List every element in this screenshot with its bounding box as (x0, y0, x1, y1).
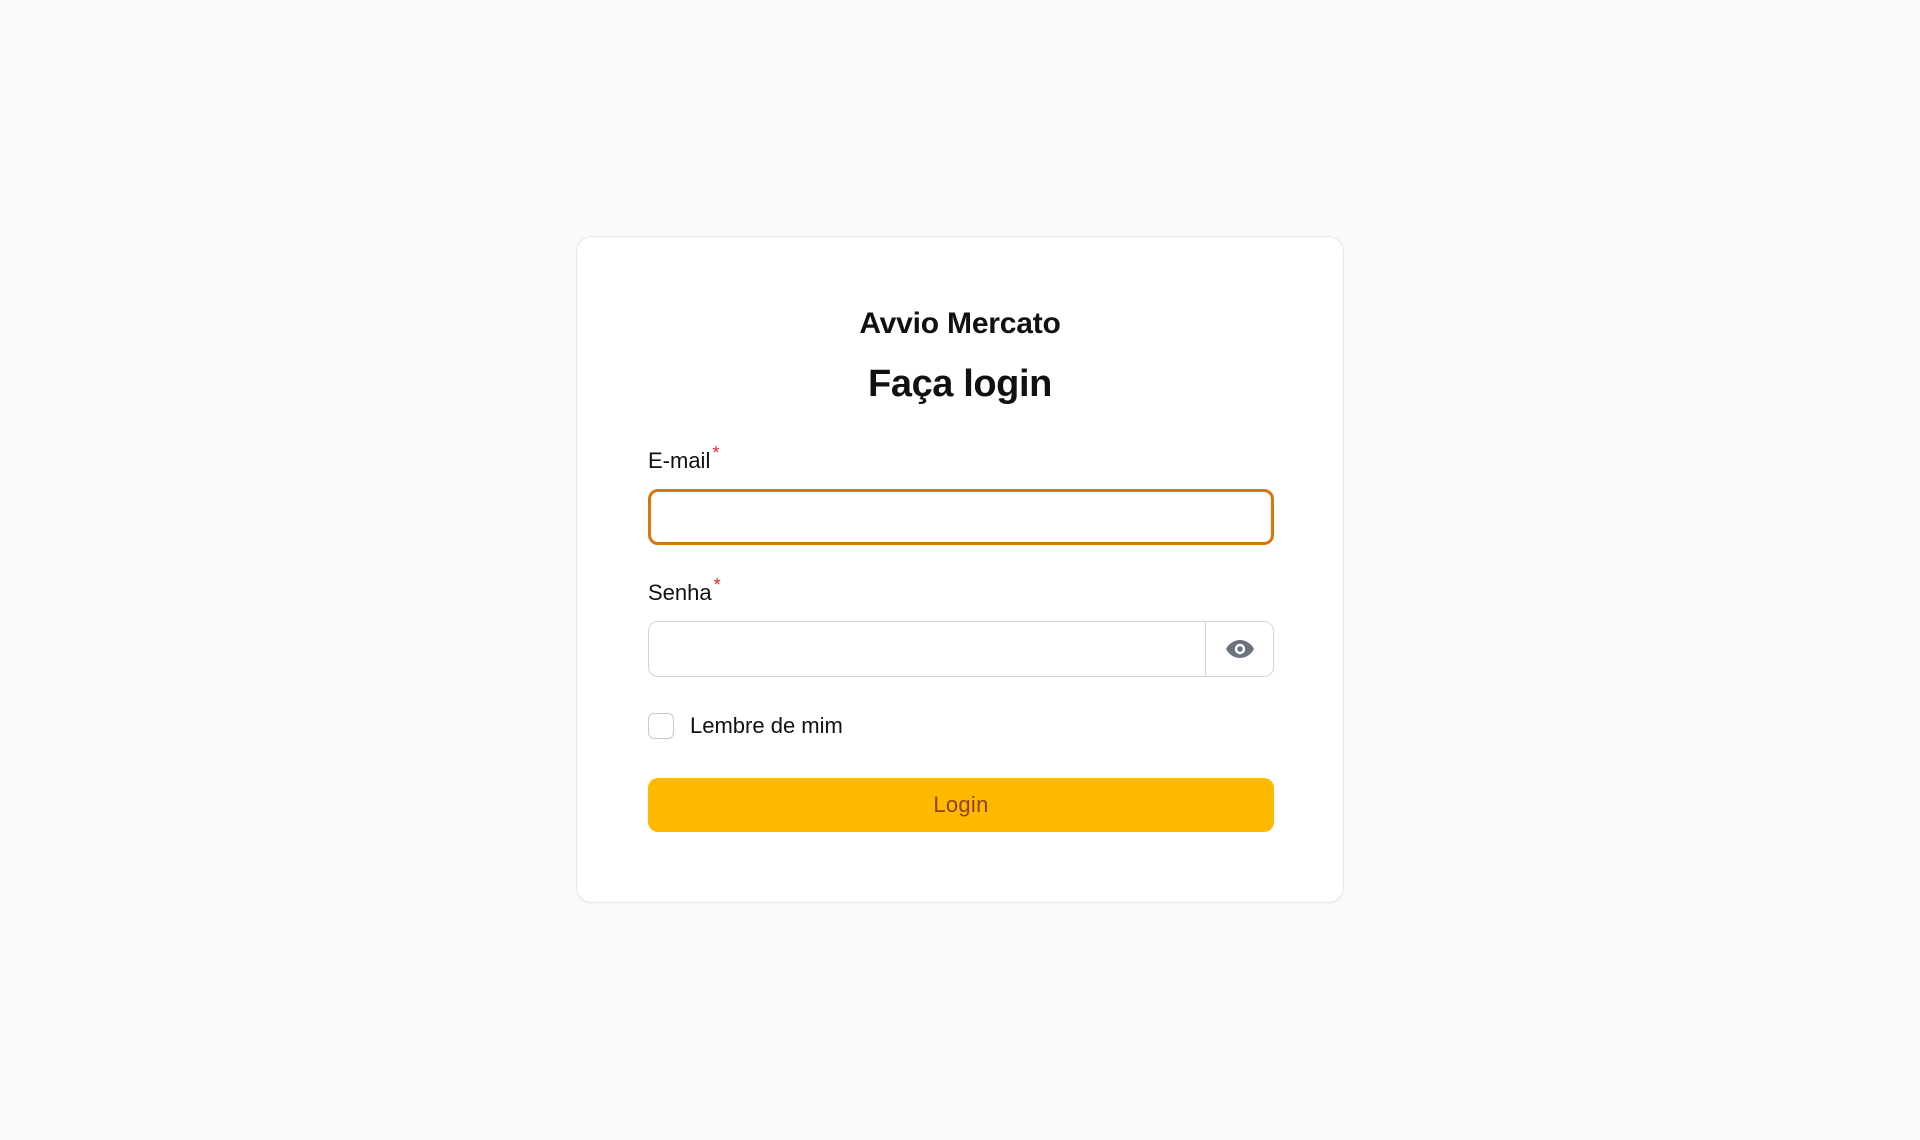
password-input[interactable] (649, 622, 1205, 676)
required-indicator: * (713, 575, 721, 595)
remember-me-label[interactable]: Lembre de mim (690, 713, 843, 739)
eye-icon (1225, 640, 1254, 658)
remember-me-row: Lembre de mim (648, 713, 843, 739)
email-label: E-mail * (648, 443, 719, 474)
page-title: Faça login (868, 363, 1052, 405)
brand-name: Avvio Mercato (859, 307, 1061, 340)
email-input[interactable] (648, 489, 1274, 545)
password-label-text: Senha (648, 580, 712, 605)
login-card: Avvio Mercato Faça login E-mail * Senha * … (576, 236, 1344, 903)
password-visibility-toggle[interactable] (1205, 622, 1273, 676)
login-button[interactable]: Login (648, 778, 1274, 832)
password-field (648, 621, 1274, 677)
email-label-text: E-mail (648, 448, 711, 473)
password-label: Senha * (648, 575, 721, 606)
remember-me-checkbox[interactable] (648, 713, 674, 739)
required-indicator: * (712, 443, 720, 463)
